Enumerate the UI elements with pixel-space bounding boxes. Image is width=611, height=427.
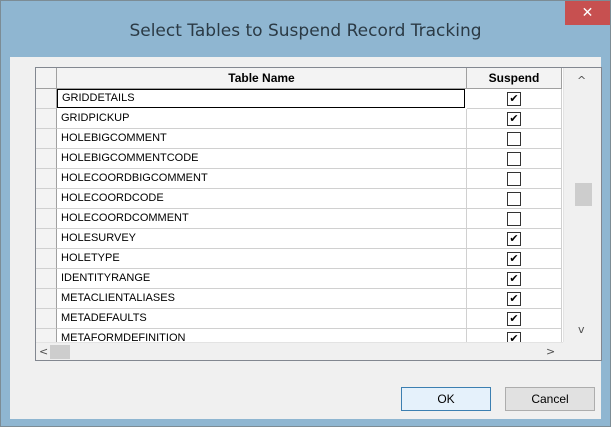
close-button[interactable]: ✕ [565,1,610,25]
table-row[interactable]: GRIDDETAILS ✔ [36,89,562,109]
close-icon: ✕ [581,5,594,21]
table-name-cell[interactable]: HOLECOORDCODE [57,189,467,209]
row-selector[interactable] [36,169,57,189]
cancel-button[interactable]: Cancel [505,387,595,411]
table-name-cell[interactable]: HOLEBIGCOMMENT [57,129,467,149]
suspend-checkbox[interactable]: ✔ [507,272,521,286]
suspend-cell: ✔ [467,269,562,289]
column-header-table-name[interactable]: Table Name [57,68,467,89]
scroll-up-icon[interactable]: ^ [577,74,586,87]
row-selector[interactable] [36,109,57,129]
suspend-checkbox[interactable]: ✔ [507,92,521,106]
suspend-checkbox[interactable] [507,132,521,146]
table-row[interactable]: METADEFAULTS ✔ [36,309,562,329]
horizontal-scroll-thumb[interactable] [50,345,70,359]
table-row[interactable]: GRIDPICKUP ✔ [36,109,562,129]
table-row[interactable]: HOLEBIGCOMMENTCODE [36,149,562,169]
suspend-cell: ✔ [467,249,562,269]
row-header-corner [36,68,57,89]
vertical-scrollbar[interactable]: ^ v [563,68,601,342]
dialog-window: Select Tables to Suspend Record Tracking… [0,0,611,427]
table-name-cell[interactable]: GRIDDETAILS [57,89,465,108]
table-row[interactable]: HOLETYPE ✔ [36,249,562,269]
suspend-checkbox[interactable] [507,212,521,226]
dialog-title: Select Tables to Suspend Record Tracking [129,21,482,41]
table-row[interactable]: METACLIENTALIASES ✔ [36,289,562,309]
dialog-body: Table Name Suspend GRIDDETAILS ✔ GRIDPICKU… [10,57,602,419]
vertical-scroll-thumb[interactable] [575,183,592,206]
table-name-cell[interactable]: METADEFAULTS [57,309,467,329]
table-name-cell[interactable]: HOLESURVEY [57,229,467,249]
table-row[interactable]: HOLECOORDCODE [36,189,562,209]
suspend-cell [467,149,562,169]
row-selector[interactable] [36,249,57,269]
row-selector[interactable] [36,209,57,229]
suspend-checkbox[interactable] [507,172,521,186]
table-name-cell[interactable]: HOLECOORDBIGCOMMENT [57,169,467,189]
row-selector[interactable] [36,309,57,329]
row-selector[interactable] [36,129,57,149]
suspend-cell [467,209,562,229]
suspend-cell: ✔ [467,309,562,329]
suspend-checkbox[interactable]: ✔ [507,112,521,126]
row-selector[interactable] [36,269,57,289]
table-name-cell[interactable]: HOLETYPE [57,249,467,269]
row-selector[interactable] [36,149,57,169]
suspend-checkbox[interactable]: ✔ [507,312,521,326]
suspend-cell: ✔ [467,289,562,309]
suspend-cell: ✔ [467,89,562,109]
suspend-cell [467,169,562,189]
table-name-cell[interactable]: METACLIENTALIASES [57,289,467,309]
column-header-suspend[interactable]: Suspend [467,68,562,89]
table-row[interactable]: IDENTITYRANGE ✔ [36,269,562,289]
row-selector[interactable] [36,289,57,309]
suspend-checkbox[interactable]: ✔ [507,292,521,306]
suspend-checkbox[interactable] [507,152,521,166]
row-selector[interactable] [36,229,57,249]
suspend-cell: ✔ [467,229,562,249]
title-bar[interactable]: Select Tables to Suspend Record Tracking… [1,1,610,57]
scroll-down-icon[interactable]: v [578,323,585,336]
tables-grid: Table Name Suspend GRIDDETAILS ✔ GRIDPICKU… [35,67,602,361]
suspend-checkbox[interactable]: ✔ [507,252,521,266]
suspend-cell [467,129,562,149]
scroll-right-icon[interactable]: > [546,345,555,358]
row-selector[interactable] [36,189,57,209]
table-row[interactable]: HOLECOORDCOMMENT [36,209,562,229]
suspend-checkbox[interactable]: ✔ [507,232,521,246]
horizontal-scrollbar[interactable]: < > [36,342,563,360]
table-name-cell[interactable]: GRIDPICKUP [57,109,467,129]
scrollbar-corner [563,342,601,360]
table-name-cell[interactable]: HOLECOORDCOMMENT [57,209,467,229]
suspend-cell [467,189,562,209]
table-row[interactable]: HOLESURVEY ✔ [36,229,562,249]
table-name-cell[interactable]: IDENTITYRANGE [57,269,467,289]
row-selector[interactable] [36,89,57,109]
suspend-cell: ✔ [467,109,562,129]
suspend-checkbox[interactable] [507,192,521,206]
scroll-left-icon[interactable]: < [39,345,48,358]
table-name-cell[interactable]: HOLEBIGCOMMENTCODE [57,149,467,169]
table-row[interactable]: HOLECOORDBIGCOMMENT [36,169,562,189]
ok-button[interactable]: OK [401,387,491,411]
table-row[interactable]: HOLEBIGCOMMENT [36,129,562,149]
